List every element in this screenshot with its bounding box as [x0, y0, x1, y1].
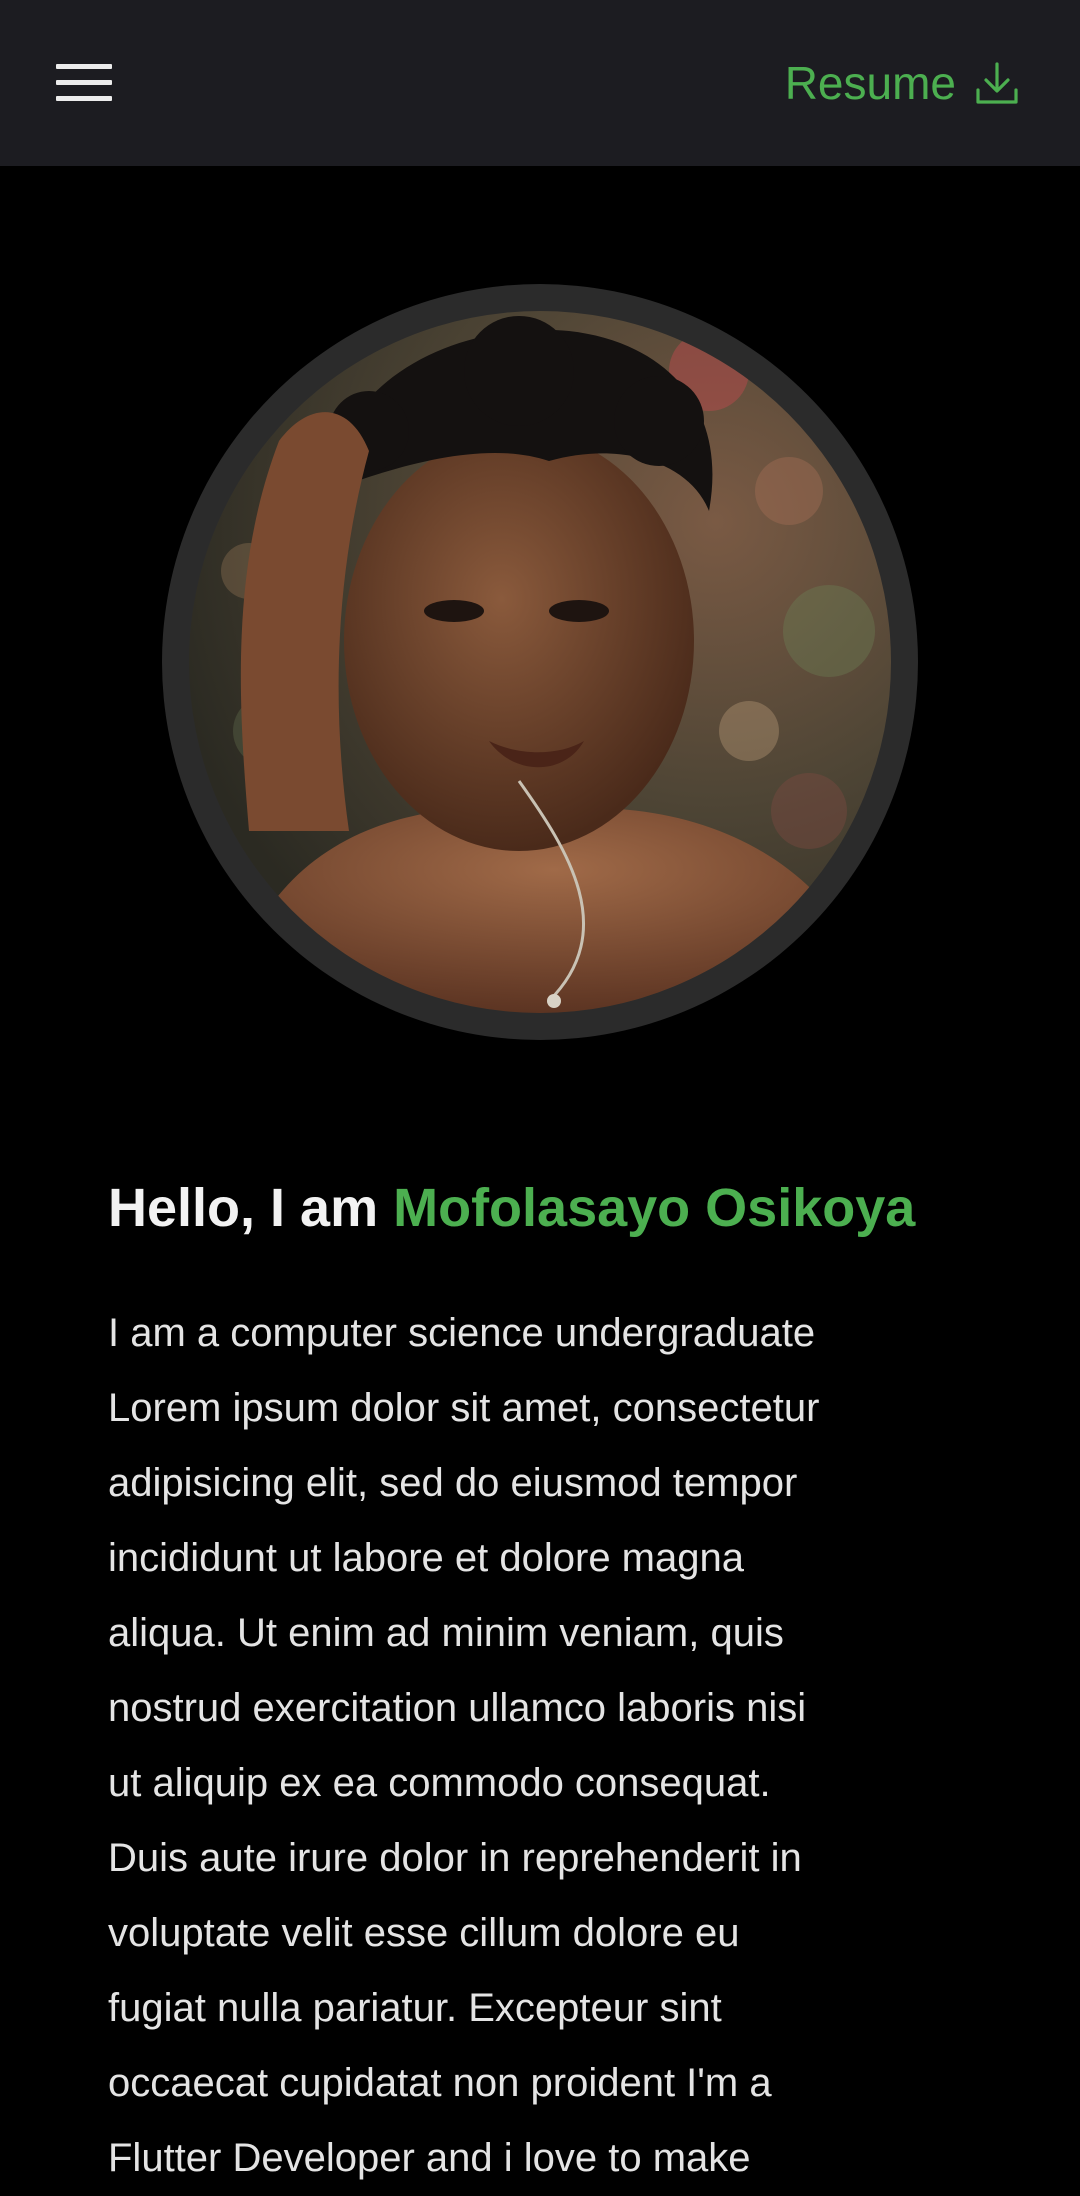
menu-line [56, 64, 112, 69]
greeting-heading: Hello, I am Mofolasayo Osikoya [108, 1172, 1008, 1244]
hamburger-menu-icon[interactable] [56, 64, 112, 102]
app-bar: Resume [0, 0, 1080, 166]
avatar [189, 311, 891, 1013]
download-icon [976, 62, 1018, 104]
greeting-text: Hello, I am [108, 1178, 379, 1238]
menu-line [56, 96, 112, 101]
portrait-photo [189, 311, 891, 1013]
menu-line [56, 80, 112, 85]
profile-name: Mofolasayo Osikoya [393, 1178, 916, 1238]
bio-text: I am a computer science undergraduate Lo… [108, 1311, 820, 2180]
resume-button[interactable]: Resume [785, 50, 1020, 116]
avatar-ring [162, 284, 918, 1040]
resume-label: Resume [784, 57, 956, 109]
